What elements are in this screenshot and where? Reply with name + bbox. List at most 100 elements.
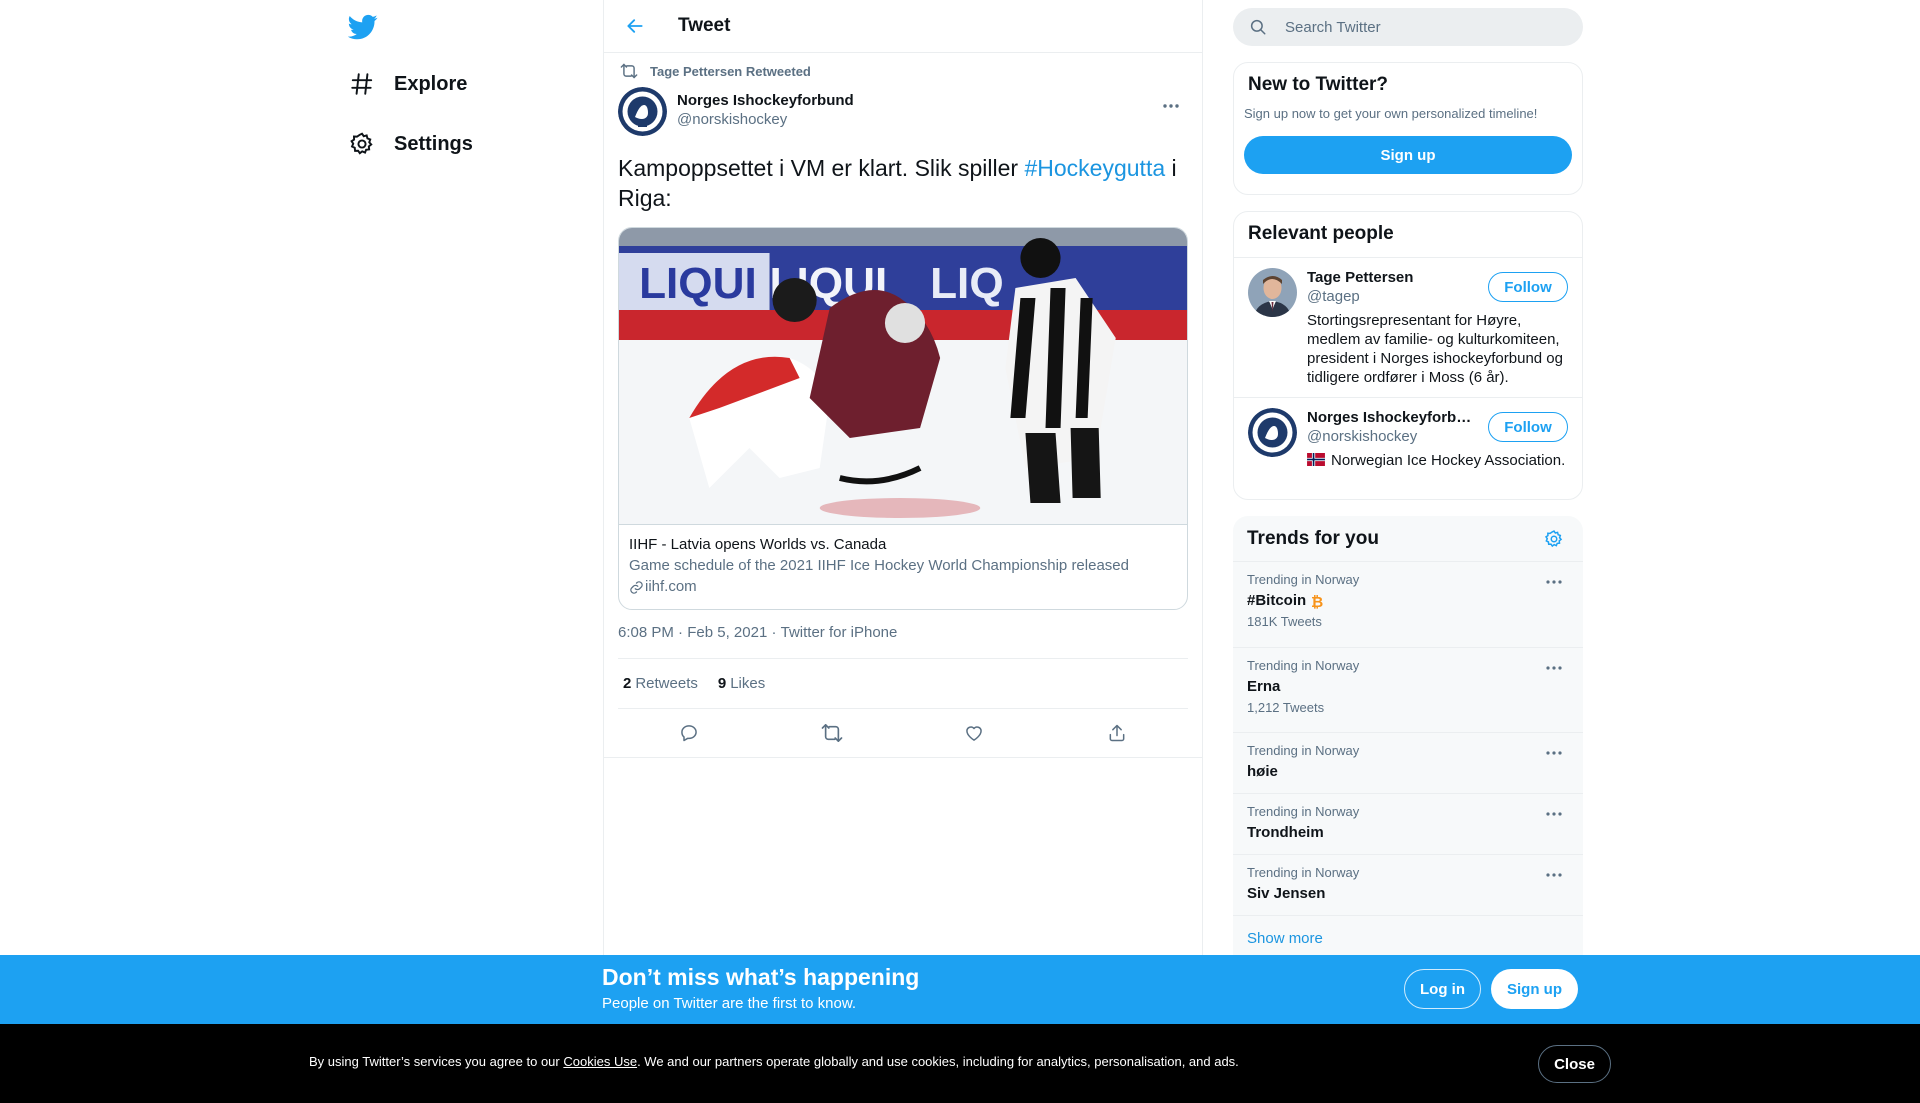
banner-subtitle: People on Twitter are the first to know. bbox=[602, 995, 857, 1012]
person-name[interactable]: Norges Ishockeyforbund bbox=[1307, 408, 1472, 427]
retweets-label: Retweets bbox=[635, 675, 698, 692]
follow-button[interactable]: Follow bbox=[1488, 272, 1568, 302]
card-domain-text: iihf.com bbox=[645, 578, 697, 595]
relevant-people-panel: Relevant people Tage Pettersen @tagep St… bbox=[1233, 211, 1583, 500]
card-body: IIHF - Latvia opens Worlds vs. Canada Ga… bbox=[619, 524, 1187, 609]
meta-separator-1: · bbox=[678, 624, 684, 641]
tweet-text-before: Kampoppsettet i VM er klart. Slik spille… bbox=[618, 155, 1025, 181]
tweet-stats: 2 Retweets 9 Likes bbox=[618, 658, 1188, 709]
retweet-context[interactable]: Tage Pettersen Retweeted bbox=[618, 62, 1188, 80]
right-sidebar: New to Twitter? Sign up now to get your … bbox=[1233, 0, 1583, 966]
person-bio: Norwegian Ice Hockey Association. bbox=[1307, 451, 1567, 470]
likes-stat[interactable]: 9 Likes bbox=[718, 675, 765, 692]
cookies-use-link[interactable]: Cookies Use bbox=[563, 1054, 637, 1069]
trend-item[interactable]: Trending in Norway høie bbox=[1233, 733, 1583, 794]
signup-banner: Don’t miss what’s happening People on Tw… bbox=[0, 955, 1920, 1024]
trend-item[interactable]: Trending in Norway Erna 1,212 Tweets bbox=[1233, 648, 1583, 733]
tweet-more-button[interactable] bbox=[1154, 89, 1188, 123]
person-card[interactable]: Norges Ishockeyforbund @norskishockey No… bbox=[1234, 398, 1582, 499]
bitcoin-icon: ₿ bbox=[1311, 593, 1323, 609]
main-header: Tweet bbox=[604, 0, 1202, 53]
retweeted-by-text: Tage Pettersen Retweeted bbox=[650, 63, 811, 79]
tweet-author: Norges Ishockeyforbund @norskishockey bbox=[618, 87, 1188, 139]
cookie-text: By using Twitter’s services you agree to… bbox=[309, 1054, 1239, 1069]
card-title: IIHF - Latvia opens Worlds vs. Canada bbox=[629, 536, 887, 553]
back-arrow-icon bbox=[627, 19, 643, 33]
person-bio-text: Norwegian Ice Hockey Association. bbox=[1331, 452, 1566, 469]
likes-label: Likes bbox=[730, 675, 766, 692]
hashtag-link[interactable]: #Hockeygutta bbox=[1024, 155, 1165, 181]
retweet-button[interactable] bbox=[813, 714, 851, 752]
trend-more-button[interactable] bbox=[1539, 802, 1569, 826]
twitter-bird-icon[interactable] bbox=[348, 12, 378, 42]
norway-flag-icon bbox=[1307, 453, 1325, 466]
tweet-source[interactable]: Twitter for iPhone bbox=[781, 624, 898, 644]
svg-text:₿: ₿ bbox=[1311, 593, 1323, 609]
share-button[interactable] bbox=[1098, 714, 1136, 752]
search-input[interactable] bbox=[1285, 18, 1535, 36]
search-box[interactable] bbox=[1233, 8, 1583, 46]
trend-context: Trending in Norway bbox=[1247, 658, 1360, 673]
nav-explore-label: Explore bbox=[394, 72, 468, 95]
trend-context: Trending in Norway bbox=[1247, 743, 1360, 758]
author-name[interactable]: Norges Ishockeyforbund bbox=[677, 91, 854, 110]
new-to-twitter-title: New to Twitter? bbox=[1248, 74, 1389, 95]
more-dots-icon bbox=[1163, 104, 1179, 108]
retweets-count: 2 bbox=[623, 675, 632, 692]
back-button[interactable] bbox=[618, 9, 652, 43]
trend-name: Siv Jensen bbox=[1247, 885, 1326, 902]
card-domain: iihf.com bbox=[629, 577, 1177, 597]
trend-more-button[interactable] bbox=[1539, 570, 1569, 594]
trend-count: 181K Tweets bbox=[1247, 614, 1322, 629]
relevant-people-title: Relevant people bbox=[1234, 212, 1582, 258]
tweet-meta: 6:08 PM · Feb 5, 2021 · Twitter for iPho… bbox=[618, 624, 1188, 644]
heart-icon bbox=[966, 726, 983, 741]
person-avatar[interactable] bbox=[1248, 268, 1297, 317]
trend-more-button[interactable] bbox=[1539, 656, 1569, 680]
gear-icon bbox=[1544, 529, 1563, 547]
trend-context: Trending in Norway bbox=[1247, 865, 1360, 880]
trend-context: Trending in Norway bbox=[1247, 804, 1360, 819]
meta-separator-2: · bbox=[771, 624, 777, 641]
retweets-stat[interactable]: 2 Retweets bbox=[623, 675, 698, 692]
hashtag-icon bbox=[348, 70, 376, 98]
retweet-action-icon bbox=[821, 724, 843, 742]
trend-item[interactable]: Trending in Norway Siv Jensen bbox=[1233, 855, 1583, 916]
trend-more-button[interactable] bbox=[1539, 863, 1569, 887]
person-avatar[interactable] bbox=[1248, 408, 1297, 457]
tweet-time[interactable]: 6:08 PM bbox=[618, 624, 674, 644]
like-button[interactable] bbox=[955, 714, 993, 752]
follow-button[interactable]: Follow bbox=[1488, 412, 1568, 442]
trends-panel: Trends for you Trending in Norway #Bitco… bbox=[1233, 516, 1583, 966]
card-image-hockey-faceoff: LIQUI LIQUI LIQ bbox=[619, 228, 1187, 524]
author-handle[interactable]: @norskishockey bbox=[677, 110, 854, 129]
card-description: Game schedule of the 2021 IIHF Ice Hocke… bbox=[629, 557, 1129, 574]
sidebar-signup-button[interactable]: Sign up bbox=[1244, 136, 1572, 174]
tweet-date[interactable]: Feb 5, 2021 bbox=[687, 624, 767, 644]
reply-button[interactable] bbox=[670, 714, 708, 752]
likes-count: 9 bbox=[717, 675, 727, 692]
nav-explore[interactable]: Explore bbox=[348, 64, 467, 104]
trends-settings-button[interactable] bbox=[1539, 524, 1569, 554]
nav-settings[interactable]: Settings bbox=[348, 124, 473, 164]
trend-context: Trending in Norway bbox=[1247, 572, 1360, 587]
trend-name: Erna bbox=[1247, 678, 1281, 695]
person-card[interactable]: Tage Pettersen @tagep Stortingsrepresent… bbox=[1234, 258, 1582, 398]
link-card[interactable]: LIQUI LIQUI LIQ IIHF - Latvia opens Worl… bbox=[618, 227, 1188, 610]
cookie-close-button[interactable]: Close bbox=[1538, 1045, 1611, 1083]
banner-signup-button[interactable]: Sign up bbox=[1491, 969, 1578, 1009]
trend-item[interactable]: Trending in Norway #Bitcoin ₿ 181K Tweets bbox=[1233, 562, 1583, 648]
tweet-actions bbox=[604, 709, 1202, 758]
link-icon bbox=[629, 579, 645, 595]
trend-item[interactable]: Trending in Norway Trondheim bbox=[1233, 794, 1583, 855]
trend-more-button[interactable] bbox=[1539, 741, 1569, 765]
new-to-twitter-panel: New to Twitter? Sign up now to get your … bbox=[1233, 62, 1583, 195]
person-name[interactable]: Tage Pettersen bbox=[1307, 268, 1472, 287]
trends-title: Trends for you bbox=[1247, 527, 1379, 549]
login-button[interactable]: Log in bbox=[1404, 969, 1481, 1009]
gear-icon bbox=[348, 130, 376, 158]
share-icon bbox=[1109, 724, 1125, 742]
person-bio: Stortingsrepresentant for Høyre, medlem … bbox=[1307, 312, 1563, 386]
author-avatar[interactable] bbox=[618, 87, 667, 136]
trend-name: Trondheim bbox=[1247, 824, 1324, 841]
